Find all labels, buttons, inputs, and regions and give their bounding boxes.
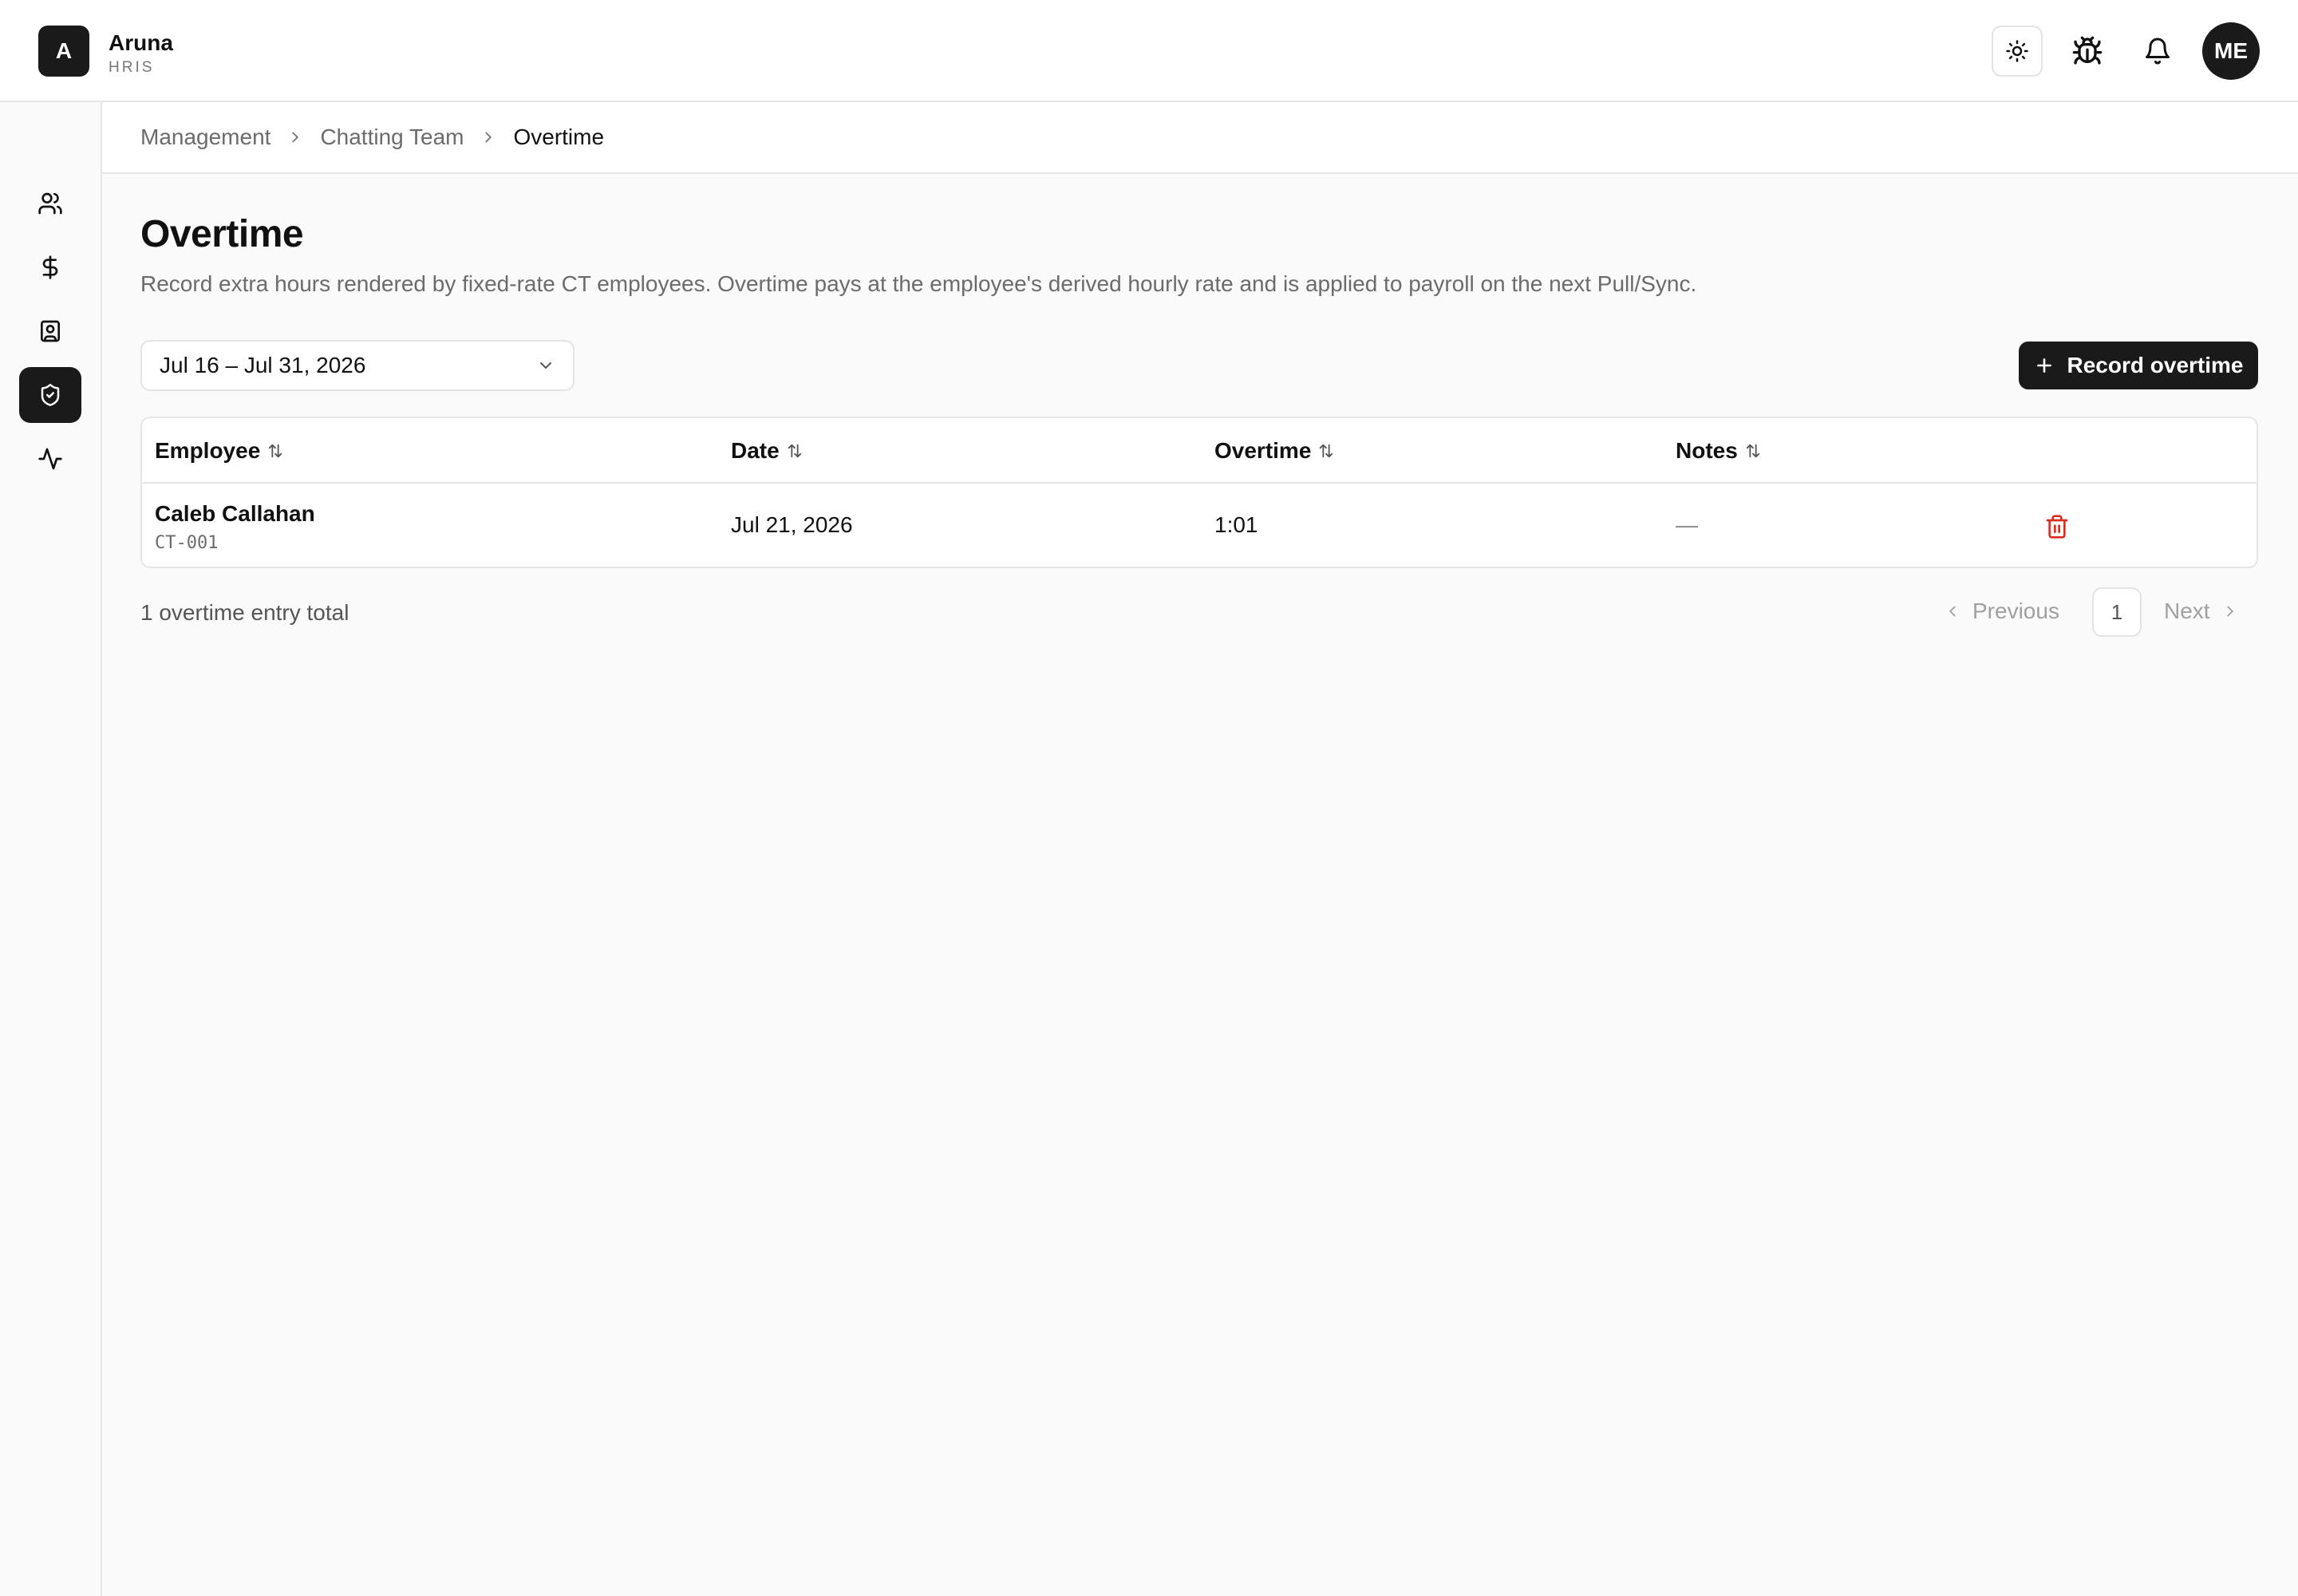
bug-report-button[interactable] (2062, 26, 2113, 77)
breadcrumb: Management Chatting Team Overtime (102, 102, 2298, 174)
next-page-button[interactable]: Next (2164, 587, 2239, 635)
bug-icon (2072, 36, 2103, 65)
notifications-button[interactable] (2132, 26, 2183, 77)
app-logo[interactable]: A (38, 26, 89, 77)
next-label: Next (2164, 598, 2210, 623)
overtime-notes: — (1676, 512, 1698, 537)
overtime-table: Employee Date Overtime Notes Caleb Calla… (140, 417, 2258, 568)
sidebar-item-management[interactable] (19, 367, 81, 423)
page-number-button[interactable]: 1 (2092, 587, 2142, 637)
column-header-overtime[interactable]: Overtime (1214, 418, 1335, 484)
page-description: Record extra hours rendered by fixed-rat… (140, 271, 1697, 296)
chevron-down-icon (540, 362, 551, 369)
sidebar-item-people[interactable] (19, 176, 81, 231)
column-label: Overtime (1214, 438, 1312, 463)
sort-icon (1320, 444, 1333, 458)
user-avatar[interactable]: ME (2202, 22, 2260, 80)
chevron-left-icon (1949, 606, 1956, 617)
column-header-notes[interactable]: Notes (1676, 418, 1762, 484)
record-overtime-label: Record overtime (2067, 353, 2244, 377)
column-label: Employee (155, 438, 261, 463)
chevron-right-icon (480, 128, 497, 146)
table-header: Employee Date Overtime Notes (142, 418, 2257, 484)
column-header-date[interactable]: Date (731, 418, 804, 484)
plus-icon (2036, 358, 2051, 373)
column-header-employee[interactable]: Employee (155, 418, 284, 484)
app-name: Aruna (109, 30, 173, 55)
column-label: Notes (1676, 438, 1738, 463)
sort-icon (269, 444, 282, 458)
sort-icon (788, 444, 801, 458)
contact-card-icon (41, 320, 60, 342)
breadcrumb-chatting-team[interactable]: Chatting Team (320, 124, 464, 150)
chevron-right-icon (2226, 606, 2233, 617)
previous-label: Previous (1972, 598, 2059, 623)
table-row[interactable]: Caleb Callahan CT-001 Jul 21, 2026 1:01 … (142, 484, 2257, 568)
users-icon (38, 192, 62, 215)
theme-toggle-button[interactable] (1992, 26, 2043, 77)
chevron-right-icon (286, 128, 304, 146)
activity-icon (38, 448, 62, 470)
breadcrumb-management[interactable]: Management (140, 124, 270, 150)
sidebar-item-payroll[interactable] (19, 239, 81, 295)
dollar-icon (42, 255, 58, 279)
shield-check-icon (41, 384, 60, 406)
employee-name: Caleb Callahan (155, 501, 315, 526)
sidebar-item-activity[interactable] (19, 431, 81, 487)
entry-count: 1 overtime entry total (140, 600, 349, 625)
breadcrumb-current: Overtime (513, 124, 605, 149)
app-subtitle: HRIS (109, 59, 155, 76)
record-overtime-button[interactable]: Record overtime (2019, 342, 2258, 389)
delete-entry-button[interactable] (2041, 511, 2073, 543)
sun-icon (2006, 40, 2028, 62)
column-label: Date (731, 438, 780, 463)
trash-icon (2046, 515, 2068, 539)
period-select-value: Jul 16 – Jul 31, 2026 (160, 353, 366, 377)
sidebar-item-directory[interactable] (19, 303, 81, 359)
overtime-duration: 1:01 (1214, 512, 1258, 537)
period-select[interactable]: Jul 16 – Jul 31, 2026 (140, 340, 574, 391)
employee-id: CT-001 (155, 533, 219, 553)
overtime-date: Jul 21, 2026 (731, 512, 853, 537)
previous-page-button[interactable]: Previous (1944, 587, 2059, 635)
sidebar (0, 102, 102, 1596)
bell-icon (2146, 38, 2170, 65)
sort-icon (1746, 444, 1760, 458)
top-bar: A Aruna HRIS ME (0, 0, 2298, 102)
page-title: Overtime (140, 213, 304, 255)
